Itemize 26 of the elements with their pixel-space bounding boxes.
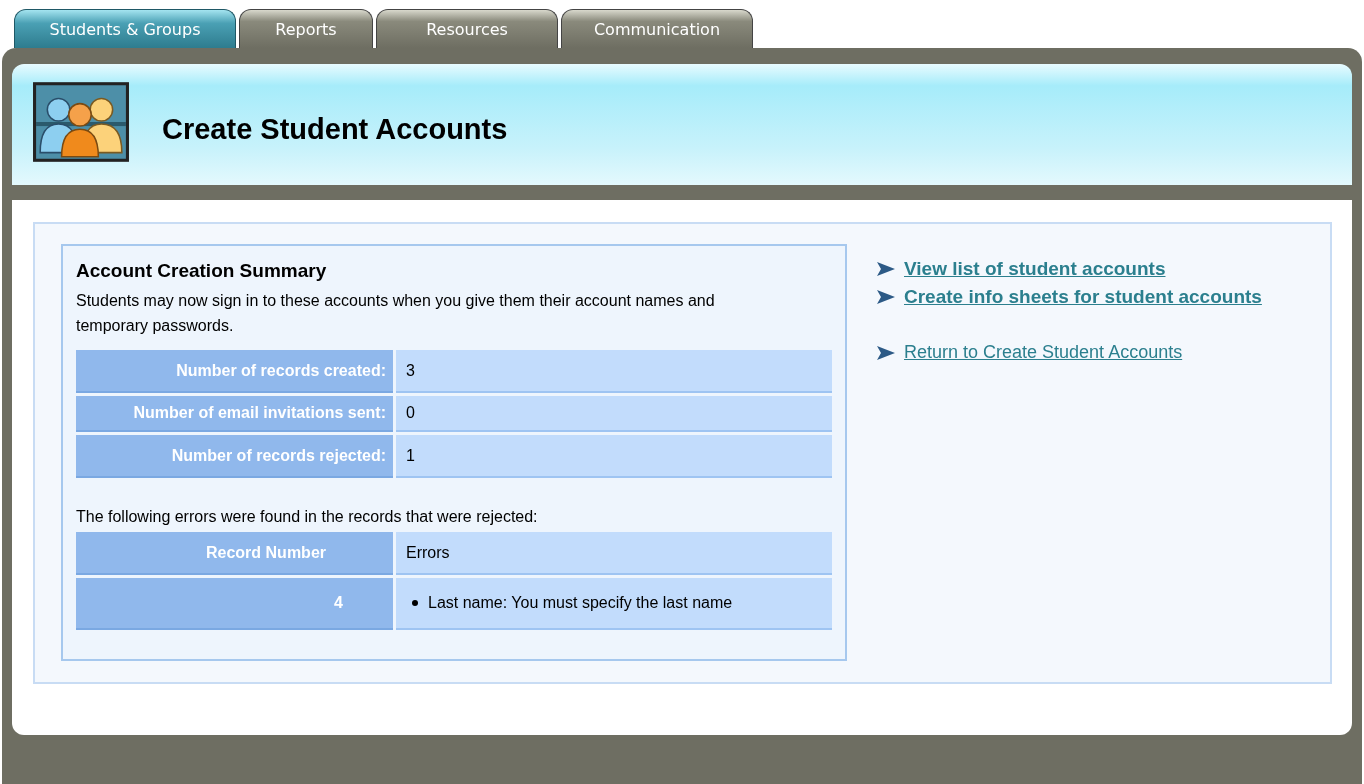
errors-intro: The following errors were found in the records that were rejected:: [76, 508, 539, 526]
stat-value: 0: [396, 396, 832, 432]
arrow-icon: [877, 262, 895, 276]
tab[interactable]: Communication: [561, 9, 753, 48]
record-number: 4: [76, 578, 393, 630]
people-icon: [32, 80, 130, 163]
arrow-icon: [877, 290, 895, 304]
column-header: Record Number: [76, 532, 393, 575]
stat-value: 3: [396, 350, 832, 393]
link[interactable]: Return to Create Student Accounts: [904, 342, 1183, 363]
link[interactable]: Create info sheets for student accounts: [904, 286, 1262, 308]
summary-text: Students may now sign in to these accounts when you give them their account names and temporary passwords.: [76, 291, 716, 336]
tab[interactable]: Reports: [239, 9, 373, 48]
stat-value: 1: [396, 435, 832, 478]
column-header: Errors: [396, 532, 832, 575]
error-text: Last name: You must specify the last name: [428, 594, 733, 612]
link[interactable]: View list of student accounts: [904, 258, 1166, 280]
stat-label: Number of records rejected:: [76, 435, 393, 478]
bullet-icon: [412, 600, 418, 606]
arrow-icon: [877, 345, 895, 360]
tab[interactable]: Resources: [376, 9, 558, 48]
stat-label: Number of email invitations sent:: [76, 396, 393, 432]
page-title: Create Student Accounts: [162, 112, 508, 146]
tab[interactable]: Students & Groups: [14, 9, 236, 48]
summary-title: Account Creation Summary: [76, 260, 328, 282]
stat-label: Number of records created:: [76, 350, 393, 393]
